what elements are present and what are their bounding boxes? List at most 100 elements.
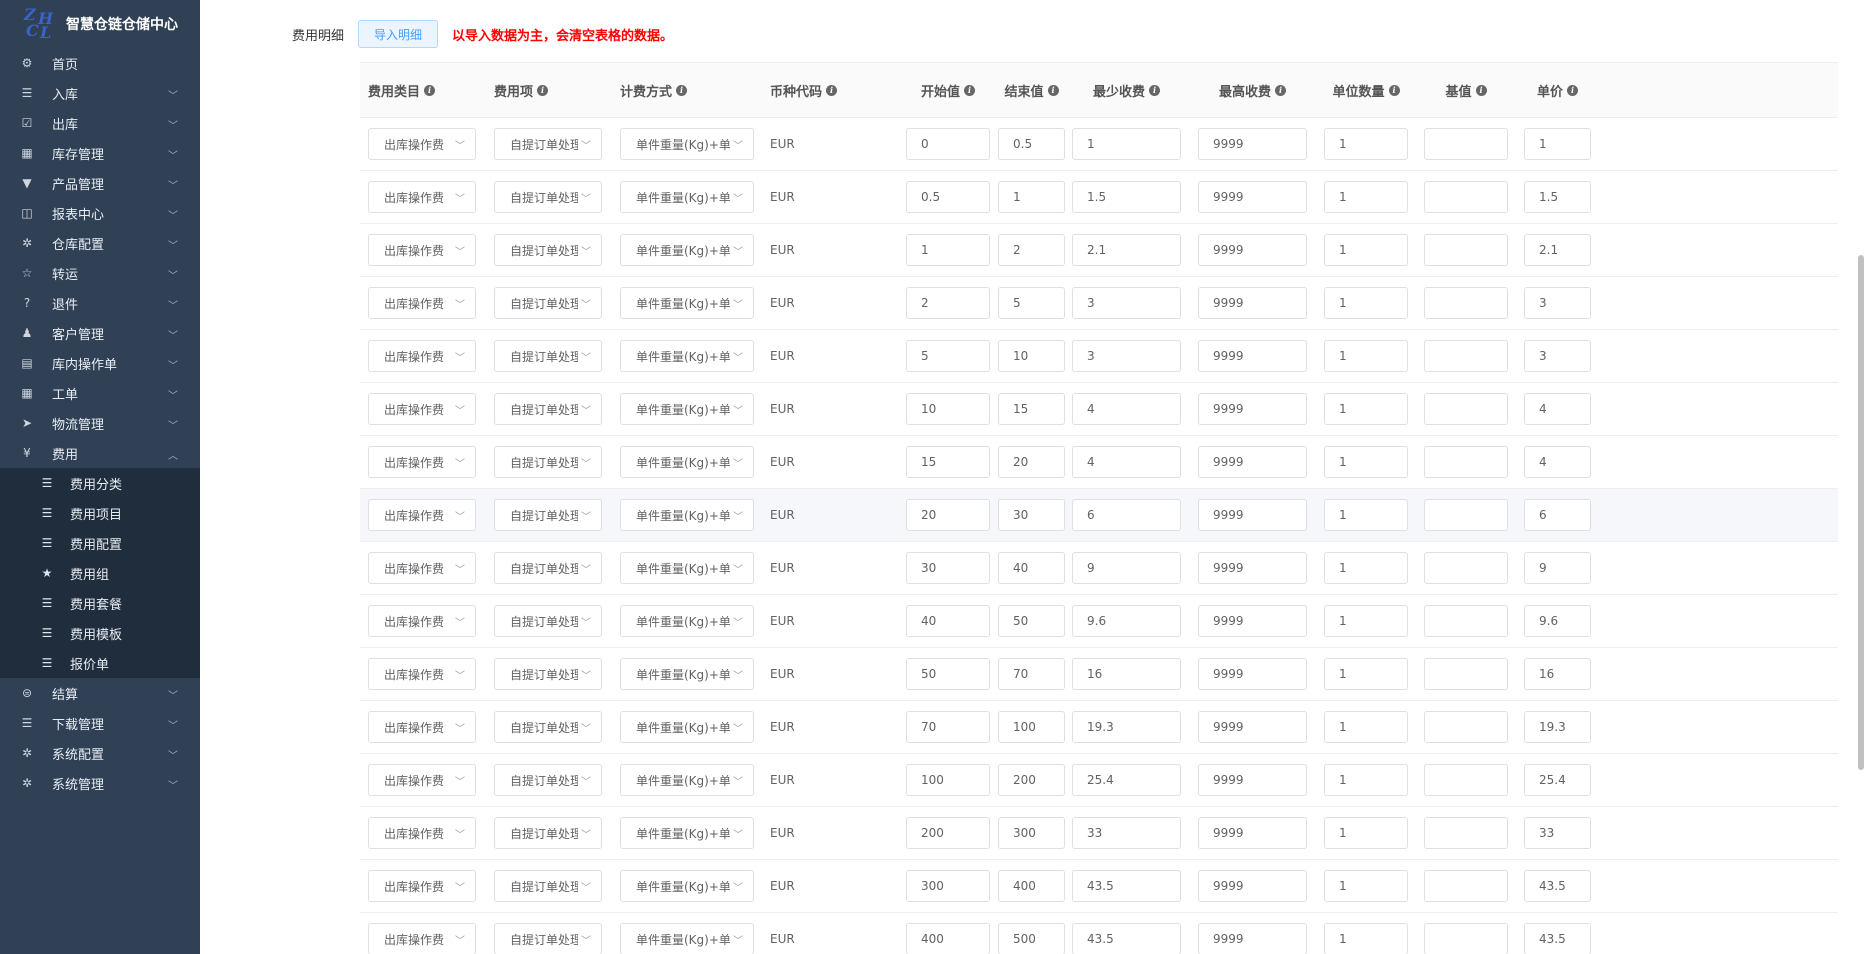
min-fee-input[interactable]: 2.1 — [1072, 234, 1181, 266]
max-fee-input[interactable]: 9999 — [1198, 499, 1307, 531]
sidebar-item-grid[interactable]: ▦ 工单 ﹀ — [0, 378, 200, 408]
fee-item-select[interactable]: 自提订单处理费﹀ — [494, 128, 602, 160]
start-value-input[interactable]: 300 — [906, 870, 990, 902]
billing-method-select[interactable]: 单件重量(Kg)+单件[﹀ — [620, 499, 754, 531]
base-value-input[interactable] — [1424, 552, 1508, 584]
min-fee-input[interactable]: 3 — [1072, 287, 1181, 319]
scrollbar-thumb[interactable] — [1858, 255, 1864, 770]
fee-item-select[interactable]: 自提订单处理费﹀ — [494, 605, 602, 637]
sidebar-item-star-outline[interactable]: ☆ 转运 ﹀ — [0, 258, 200, 288]
billing-method-select[interactable]: 单件重量(Kg)+单件[﹀ — [620, 764, 754, 796]
end-value-input[interactable]: 50 — [998, 605, 1065, 637]
base-value-input[interactable] — [1424, 340, 1508, 372]
unit-price-input[interactable]: 16 — [1524, 658, 1591, 690]
min-fee-input[interactable]: 1 — [1072, 128, 1181, 160]
fee-item-select[interactable]: 自提订单处理费﹀ — [494, 234, 602, 266]
unit-price-input[interactable]: 19.3 — [1524, 711, 1591, 743]
billing-method-select[interactable]: 单件重量(Kg)+单件[﹀ — [620, 870, 754, 902]
base-value-input[interactable] — [1424, 287, 1508, 319]
max-fee-input[interactable]: 9999 — [1198, 817, 1307, 849]
sidebar-item-gear[interactable]: ✲ 系统配置 ﹀ — [0, 738, 200, 768]
base-value-input[interactable] — [1424, 923, 1508, 954]
base-value-input[interactable] — [1424, 817, 1508, 849]
base-value-input[interactable] — [1424, 393, 1508, 425]
logo[interactable]: Z H C L 智慧仓链仓储中心 — [0, 0, 200, 48]
billing-method-select[interactable]: 单件重量(Kg)+单件[﹀ — [620, 605, 754, 637]
unit-quantity-input[interactable]: 1 — [1324, 234, 1408, 266]
end-value-input[interactable]: 15 — [998, 393, 1065, 425]
end-value-input[interactable]: 20 — [998, 446, 1065, 478]
end-value-input[interactable]: 100 — [998, 711, 1065, 743]
sidebar-subitem[interactable]: ☰ 费用分类 — [0, 468, 200, 498]
billing-method-select[interactable]: 单件重量(Kg)+单件[﹀ — [620, 446, 754, 478]
max-fee-input[interactable]: 9999 — [1198, 234, 1307, 266]
info-icon[interactable]: i — [1275, 85, 1286, 96]
start-value-input[interactable]: 400 — [906, 923, 990, 954]
start-value-input[interactable]: 20 — [906, 499, 990, 531]
billing-method-select[interactable]: 单件重量(Kg)+单件[﹀ — [620, 234, 754, 266]
max-fee-input[interactable]: 9999 — [1198, 923, 1307, 954]
fee-item-select[interactable]: 自提订单处理费﹀ — [494, 658, 602, 690]
unit-price-input[interactable]: 1 — [1524, 128, 1591, 160]
billing-method-select[interactable]: 单件重量(Kg)+单件[﹀ — [620, 817, 754, 849]
max-fee-input[interactable]: 9999 — [1198, 870, 1307, 902]
start-value-input[interactable]: 0.5 — [906, 181, 990, 213]
start-value-input[interactable]: 70 — [906, 711, 990, 743]
fee-category-select[interactable]: 出库操作费 ﹀ — [368, 499, 476, 531]
base-value-input[interactable] — [1424, 234, 1508, 266]
info-icon[interactable]: i — [676, 85, 688, 96]
unit-price-input[interactable]: 2.1 — [1524, 234, 1591, 266]
min-fee-input[interactable]: 6 — [1072, 499, 1181, 531]
billing-method-select[interactable]: 单件重量(Kg)+单件[﹀ — [620, 923, 754, 954]
fee-category-select[interactable]: 出库操作费 ﹀ — [368, 923, 476, 954]
fee-category-select[interactable]: 出库操作费 ﹀ — [368, 181, 476, 213]
unit-quantity-input[interactable]: 1 — [1324, 393, 1408, 425]
unit-price-input[interactable]: 43.5 — [1524, 923, 1591, 954]
base-value-input[interactable] — [1424, 658, 1508, 690]
info-icon[interactable]: i — [424, 85, 436, 96]
sidebar-item-shirt[interactable]: ▼ 产品管理 ﹀ — [0, 168, 200, 198]
sidebar-subitem[interactable]: ☰ 费用模板 — [0, 618, 200, 648]
end-value-input[interactable]: 10 — [998, 340, 1065, 372]
billing-method-select[interactable]: 单件重量(Kg)+单件[﹀ — [620, 658, 754, 690]
end-value-input[interactable]: 40 — [998, 552, 1065, 584]
start-value-input[interactable]: 5 — [906, 340, 990, 372]
fee-item-select[interactable]: 自提订单处理费﹀ — [494, 393, 602, 425]
billing-method-select[interactable]: 单件重量(Kg)+单件[﹀ — [620, 340, 754, 372]
fee-category-select[interactable]: 出库操作费 ﹀ — [368, 234, 476, 266]
end-value-input[interactable]: 30 — [998, 499, 1065, 531]
unit-quantity-input[interactable]: 1 — [1324, 446, 1408, 478]
info-icon[interactable]: i — [1047, 85, 1059, 96]
max-fee-input[interactable]: 9999 — [1198, 181, 1307, 213]
billing-method-select[interactable]: 单件重量(Kg)+单件[﹀ — [620, 181, 754, 213]
unit-quantity-input[interactable]: 1 — [1324, 181, 1408, 213]
info-icon[interactable]: i — [1388, 85, 1400, 96]
base-value-input[interactable] — [1424, 499, 1508, 531]
info-icon[interactable]: i — [1475, 85, 1487, 96]
fee-item-select[interactable]: 自提订单处理费﹀ — [494, 446, 602, 478]
sidebar-item-home[interactable]: ⚙ 首页 — [0, 48, 200, 78]
min-fee-input[interactable]: 43.5 — [1072, 870, 1181, 902]
base-value-input[interactable] — [1424, 870, 1508, 902]
min-fee-input[interactable]: 9.6 — [1072, 605, 1181, 637]
start-value-input[interactable]: 50 — [906, 658, 990, 690]
sidebar-subitem[interactable]: ★ 费用组 — [0, 558, 200, 588]
fee-category-select[interactable]: 出库操作费 ﹀ — [368, 658, 476, 690]
fee-item-select[interactable]: 自提订单处理费﹀ — [494, 711, 602, 743]
unit-quantity-input[interactable]: 1 — [1324, 287, 1408, 319]
fee-category-select[interactable]: 出库操作费 ﹀ — [368, 817, 476, 849]
fee-item-select[interactable]: 自提订单处理费﹀ — [494, 499, 602, 531]
billing-method-select[interactable]: 单件重量(Kg)+单件[﹀ — [620, 128, 754, 160]
billing-method-select[interactable]: 单件重量(Kg)+单件[﹀ — [620, 552, 754, 584]
min-fee-input[interactable]: 33 — [1072, 817, 1181, 849]
unit-price-input[interactable]: 9 — [1524, 552, 1591, 584]
fee-category-select[interactable]: 出库操作费 ﹀ — [368, 870, 476, 902]
start-value-input[interactable]: 0 — [906, 128, 990, 160]
unit-quantity-input[interactable]: 1 — [1324, 658, 1408, 690]
sidebar-item-settlement[interactable]: ⊜ 结算 ﹀ — [0, 678, 200, 708]
max-fee-input[interactable]: 9999 — [1198, 340, 1307, 372]
fee-category-select[interactable]: 出库操作费 ﹀ — [368, 340, 476, 372]
min-fee-input[interactable]: 3 — [1072, 340, 1181, 372]
unit-quantity-input[interactable]: 1 — [1324, 605, 1408, 637]
base-value-input[interactable] — [1424, 711, 1508, 743]
